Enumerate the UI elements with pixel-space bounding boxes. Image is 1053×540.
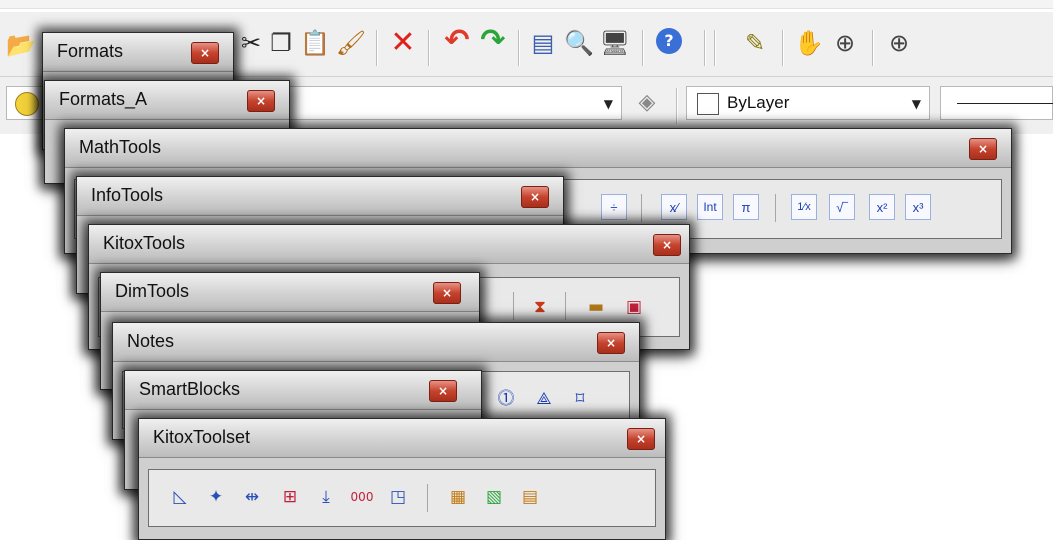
toolbar-separator: [376, 30, 378, 66]
palette-title: InfoTools: [91, 185, 164, 205]
layer-state-button[interactable]: [6, 86, 46, 120]
dim-text-icon[interactable]: ⇹: [239, 484, 265, 510]
linetype-combo[interactable]: [940, 86, 1053, 120]
toolbar-separator: [782, 30, 784, 66]
copy-icon[interactable]: ❐: [266, 28, 296, 58]
cube-button[interactable]: x³: [905, 194, 931, 220]
palette-title: Formats: [57, 41, 124, 61]
palette-title-bar[interactable]: Notes ×: [113, 323, 639, 362]
palette-title-bar[interactable]: Formats_A ×: [45, 81, 289, 120]
tool-palettes-icon[interactable]: 🖥: [600, 28, 630, 58]
close-button[interactable]: ×: [627, 428, 655, 450]
toolbar-separator: [704, 30, 706, 66]
fraction-button[interactable]: x⁄: [661, 194, 687, 220]
dim-angle-icon[interactable]: ◺: [167, 484, 193, 510]
toolbar-separator: [676, 88, 678, 124]
divide-button[interactable]: ÷: [601, 194, 627, 220]
palette-title: DimTools: [115, 281, 190, 301]
properties-icon[interactable]: ▤: [528, 28, 558, 58]
window-top-edge: [0, 0, 1053, 9]
zoom-window-icon[interactable]: ⊕: [884, 28, 914, 58]
separator: [565, 292, 566, 320]
close-button[interactable]: ×: [433, 282, 461, 304]
palette-title: Formats_A: [59, 89, 148, 109]
block-list-icon[interactable]: ▤: [517, 484, 543, 510]
triangle-icon[interactable]: ⟁: [531, 386, 557, 412]
pan-icon[interactable]: ✋: [794, 28, 824, 58]
hourglass-icon[interactable]: ⧗: [527, 294, 553, 320]
close-button[interactable]: ×: [247, 90, 275, 112]
linetype-sample: [957, 103, 1053, 104]
close-button[interactable]: ×: [653, 234, 681, 256]
palette-title-bar[interactable]: InfoTools ×: [77, 177, 563, 216]
help-icon[interactable]: ?: [656, 28, 682, 54]
palette-title-bar[interactable]: SmartBlocks ×: [125, 371, 481, 410]
int-button[interactable]: Int: [697, 194, 723, 220]
color-combo[interactable]: ByLayer ▼: [686, 86, 930, 120]
chevron-down-icon[interactable]: ▼: [912, 97, 921, 111]
palette-title-bar[interactable]: MathTools ×: [65, 129, 1011, 168]
palette-title: SmartBlocks: [139, 379, 241, 399]
palette-title-bar[interactable]: Formats ×: [43, 33, 233, 72]
square-icon[interactable]: ⌑: [567, 386, 593, 412]
close-button[interactable]: ×: [969, 138, 997, 160]
toolbar-separator: [428, 30, 430, 66]
palette-title: Notes: [127, 331, 175, 351]
palette-title: MathTools: [79, 137, 162, 157]
toolbar-separator: [518, 30, 520, 66]
toolbar-separator: [872, 30, 874, 66]
chevron-down-icon[interactable]: ▼: [604, 97, 613, 111]
separator: [775, 194, 776, 222]
sqrt-button[interactable]: √‾: [829, 194, 855, 220]
cut-icon[interactable]: ✂: [236, 28, 266, 58]
separator: [427, 484, 428, 512]
numbering-icon[interactable]: 000: [349, 484, 375, 510]
circle-number-icon[interactable]: ⓵: [493, 386, 519, 412]
separator: [513, 292, 514, 320]
toolbar-separator: [642, 30, 644, 66]
dim-center-icon[interactable]: ✦: [203, 484, 229, 510]
layer-combo[interactable]: ▼: [250, 86, 622, 120]
palette-title-bar[interactable]: DimTools ×: [101, 273, 479, 312]
folder-icon[interactable]: ▬: [583, 294, 609, 320]
layers-icon[interactable]: ◈: [632, 88, 662, 118]
palette-kitoxtoolset[interactable]: KitoxToolset × ◺ ✦ ⇹ ⊞ ⤓ 000 ◳ ▦ ▧ ▤: [138, 418, 666, 540]
color-swatch: [697, 93, 719, 115]
close-button[interactable]: ×: [521, 186, 549, 208]
color-combo-value: ByLayer: [727, 93, 790, 112]
close-button[interactable]: ×: [429, 380, 457, 402]
design-center-icon[interactable]: 🔍: [564, 28, 594, 58]
pi-button[interactable]: π: [733, 194, 759, 220]
reciprocal-button[interactable]: 1⁄x: [791, 194, 817, 220]
toolbar-separator: [714, 30, 716, 66]
redo-icon[interactable]: ↷: [478, 26, 508, 56]
separator: [641, 194, 642, 222]
palette-title: KitoxToolset: [153, 427, 251, 447]
close-button[interactable]: ×: [597, 332, 625, 354]
palette-body: ◺ ✦ ⇹ ⊞ ⤓ 000 ◳ ▦ ▧ ▤: [148, 469, 656, 527]
block-insert-icon[interactable]: ▧: [481, 484, 507, 510]
lightbulb-icon: [15, 92, 39, 116]
palette-title: KitoxTools: [103, 233, 186, 253]
pencil-icon[interactable]: ✎: [740, 28, 770, 58]
paste-icon[interactable]: 📋: [300, 28, 330, 58]
open-icon[interactable]: 📂: [6, 30, 36, 60]
close-button[interactable]: ×: [191, 42, 219, 64]
zoom-realtime-icon[interactable]: ⊕: [830, 28, 860, 58]
block-icon[interactable]: ▦: [445, 484, 471, 510]
dim-leader-icon[interactable]: ⤓: [313, 484, 339, 510]
frame-icon[interactable]: ◳: [385, 484, 411, 510]
square-button[interactable]: x²: [869, 194, 895, 220]
palette-title-bar[interactable]: KitoxToolset ×: [139, 419, 665, 458]
match-properties-icon[interactable]: 🖌: [336, 28, 366, 58]
palette-title-bar[interactable]: KitoxTools ×: [89, 225, 689, 264]
undo-icon[interactable]: ↶: [442, 26, 472, 56]
erase-icon[interactable]: ✕: [388, 28, 418, 58]
dim-tolerance-icon[interactable]: ⊞: [277, 484, 303, 510]
save-icon[interactable]: ▣: [621, 294, 647, 320]
